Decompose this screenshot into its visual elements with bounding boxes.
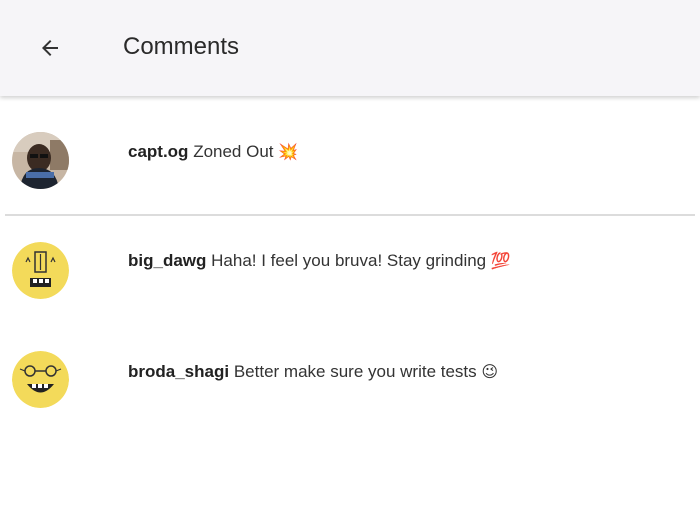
comment-username[interactable]: broda_shagi <box>128 362 229 381</box>
user-photo <box>12 132 69 189</box>
caption-username[interactable]: capt.og <box>128 142 188 161</box>
comment-text: broda_shagi Better make sure you write t… <box>128 362 498 382</box>
collision-emoji: 💥 <box>278 142 299 161</box>
caption-body: Zoned Out <box>193 142 274 161</box>
comment-text: big_dawg Haha! I feel you bruva! Stay gr… <box>128 251 511 271</box>
comment-username[interactable]: big_dawg <box>128 251 206 270</box>
comment-body: Haha! I feel you bruva! Stay grinding <box>211 251 487 270</box>
avatar[interactable] <box>12 351 69 408</box>
doodle-avatar <box>12 242 69 299</box>
post-caption: capt.og Zoned Out 💥 <box>0 126 700 196</box>
divider <box>5 214 695 216</box>
comment-item: big_dawg Haha! I feel you bruva! Stay gr… <box>0 236 700 306</box>
page-title: Comments <box>123 33 240 60</box>
comment-item: broda_shagi Better make sure you write t… <box>0 346 700 416</box>
caption-text: capt.og Zoned Out 💥 <box>128 142 298 162</box>
app-bar: Comments <box>0 0 700 96</box>
doodle-avatar <box>12 351 69 408</box>
arrow-left-icon <box>42 40 58 56</box>
hundred-points-emoji: 💯 <box>490 251 511 270</box>
avatar[interactable] <box>12 242 69 299</box>
avatar[interactable] <box>12 132 69 189</box>
back-button[interactable] <box>30 28 70 68</box>
comment-body: Better make sure you write tests <box>233 362 477 381</box>
winking-face-emoji: 😉 <box>481 362 499 381</box>
